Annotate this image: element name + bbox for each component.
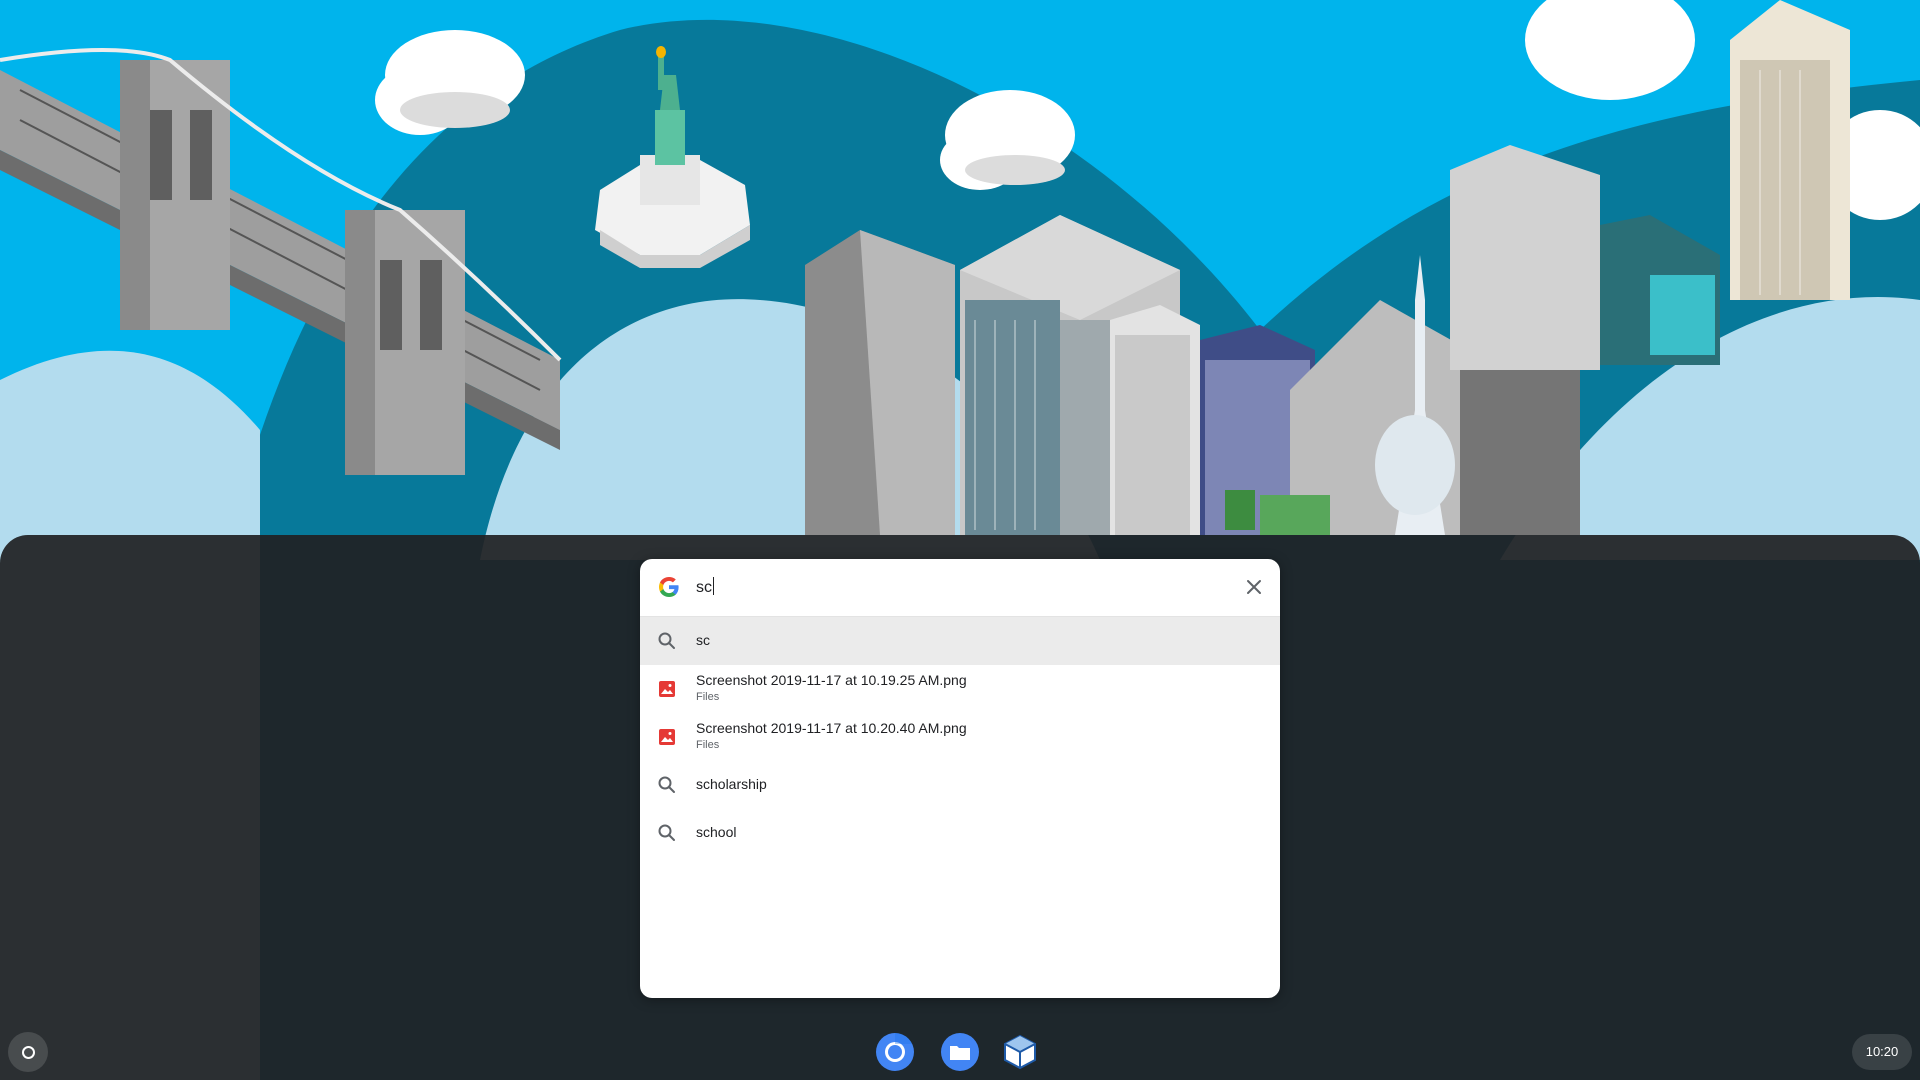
launcher-circle-icon: [22, 1046, 35, 1059]
search-icon: [658, 824, 675, 841]
result-row-file[interactable]: Screenshot 2019-11-17 at 10.20.40 AM.png…: [640, 713, 1280, 761]
launcher-search-box: sc sc Screenshot 2019-11-17 at 10.19.25 …: [640, 559, 1280, 998]
result-title: scholarship: [696, 776, 767, 792]
search-header: sc: [640, 559, 1280, 617]
google-g-icon: [659, 577, 679, 597]
result-row-sc[interactable]: sc: [640, 617, 1280, 665]
search-icon: [658, 776, 675, 793]
result-subtitle: Files: [696, 691, 720, 703]
image-file-icon: [659, 729, 675, 745]
result-title: Screenshot 2019-11-17 at 10.20.40 AM.png: [696, 720, 967, 736]
close-icon[interactable]: [1240, 573, 1268, 601]
chrome-icon[interactable]: [875, 1032, 915, 1072]
result-title: sc: [696, 632, 710, 648]
clock: 10:20: [1865, 1044, 1899, 1059]
image-file-icon: [659, 681, 675, 697]
result-title: school: [696, 824, 737, 840]
shelf: 10:20: [0, 1020, 1920, 1080]
desktop: sc sc Screenshot 2019-11-17 at 10.19.25 …: [0, 0, 1920, 1080]
result-subtitle: Files: [696, 739, 720, 751]
virtualbox-icon[interactable]: [1000, 1032, 1040, 1072]
search-icon: [658, 632, 675, 649]
launcher-button[interactable]: [8, 1032, 48, 1072]
files-icon[interactable]: [940, 1032, 980, 1072]
result-row-school[interactable]: school: [640, 809, 1280, 857]
status-area[interactable]: 10:20: [1852, 1034, 1912, 1070]
search-input[interactable]: sc: [696, 577, 714, 599]
result-row-scholarship[interactable]: scholarship: [640, 761, 1280, 809]
result-row-file[interactable]: Screenshot 2019-11-17 at 10.19.25 AM.png…: [640, 665, 1280, 713]
result-title: Screenshot 2019-11-17 at 10.19.25 AM.png: [696, 672, 967, 688]
